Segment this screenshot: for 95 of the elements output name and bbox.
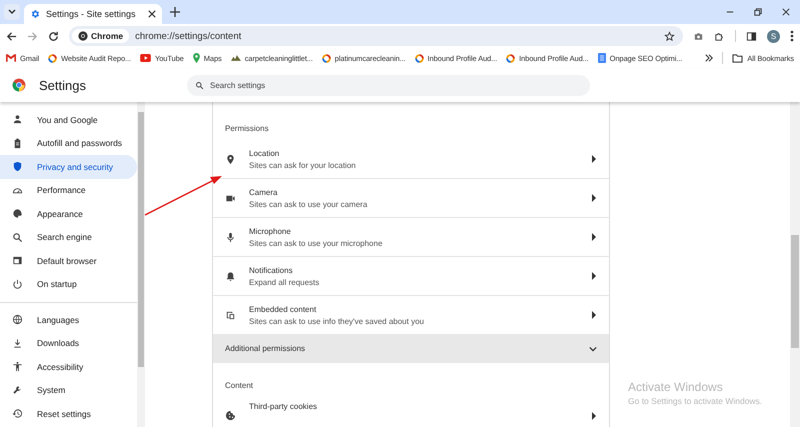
search-icon xyxy=(12,232,23,243)
ring-icon xyxy=(414,54,424,62)
person-icon xyxy=(12,114,23,126)
star-icon[interactable] xyxy=(664,30,675,42)
expander-label: Additional permissions xyxy=(225,344,306,353)
triangle-right-icon xyxy=(591,272,597,280)
tab-search-button[interactable] xyxy=(4,4,20,20)
sidebar-item[interactable]: Default browser xyxy=(0,249,137,272)
scrollbar-thumb[interactable] xyxy=(791,235,799,348)
sidebar-item[interactable]: Reset settings xyxy=(0,402,137,426)
ring-icon xyxy=(506,54,516,62)
section-heading: Permissions xyxy=(224,124,270,135)
accessibility-icon xyxy=(12,361,23,372)
sidebar-item[interactable]: Autofill and passwords xyxy=(0,132,137,155)
chevron-down-icon xyxy=(589,346,597,352)
activation-notice-title: Activate Windows xyxy=(628,380,724,394)
permission-title: Camera xyxy=(249,188,278,196)
microphone-icon xyxy=(225,232,236,242)
wrench-icon xyxy=(12,384,23,396)
sidebar-item[interactable]: Accessibility xyxy=(0,355,137,378)
triangle-right-icon xyxy=(591,311,597,319)
site-icon xyxy=(230,54,241,62)
permission-row[interactable]: Camera Sites can ask to use your camera xyxy=(213,179,609,218)
permission-row[interactable]: Notifications Expand all requests xyxy=(213,257,609,296)
profile-avatar[interactable]: S xyxy=(767,30,780,42)
permission-description: Sites can ask to use your camera xyxy=(249,200,368,208)
triangle-right-icon xyxy=(591,155,597,163)
permission-description: Sites can ask to use your microphone xyxy=(249,238,384,248)
sidebar-item[interactable]: Downloads xyxy=(0,332,137,355)
tab-title: Settings - Site settings xyxy=(46,9,137,19)
permission-description: Sites can ask for your location xyxy=(249,160,357,170)
location-pin-icon xyxy=(225,154,236,164)
folder-icon xyxy=(732,54,744,62)
triangle-right-icon xyxy=(591,233,597,241)
envelope-icon xyxy=(6,54,16,62)
settings-title: Settings xyxy=(39,78,87,92)
activation-notice-text: Go to Settings to activate Windows. xyxy=(628,396,762,406)
close-icon[interactable] xyxy=(148,10,156,18)
scrollbar-thumb[interactable] xyxy=(138,112,144,367)
chrome-logo-icon xyxy=(12,78,26,92)
sidebar-item[interactable]: Appearance xyxy=(0,202,137,226)
browser-window-icon xyxy=(12,255,23,266)
permission-row[interactable]: Embedded content Sites can ask to use info they've saved about you xyxy=(213,296,609,334)
permission-title: Location xyxy=(249,148,280,158)
permission-description: Sites can ask to use info they've saved about you xyxy=(249,316,425,326)
url-text: chrome://settings/content xyxy=(135,30,242,42)
sidebar-item[interactable]: On startup xyxy=(0,272,137,296)
content-setting-title: Third-party cookies xyxy=(249,402,318,411)
power-icon xyxy=(12,278,23,290)
ring-icon xyxy=(48,54,58,62)
additional-permissions-row[interactable]: Additional permissions xyxy=(213,334,609,363)
section-heading: Content xyxy=(224,381,254,392)
palette-icon xyxy=(12,208,23,220)
new-tab-button[interactable] xyxy=(170,7,180,17)
search-field[interactable]: Search settings xyxy=(187,74,590,96)
permission-row[interactable]: Location Sites can ask for your location xyxy=(213,140,609,179)
globe-icon xyxy=(12,314,23,326)
chevrons-icon[interactable] xyxy=(705,54,714,62)
back-button[interactable] xyxy=(6,30,17,42)
download-icon xyxy=(12,338,23,349)
bell-icon xyxy=(225,270,236,282)
search-icon xyxy=(195,80,204,90)
more-menu-icon[interactable] xyxy=(790,30,794,42)
site-chip-label: Chrome xyxy=(91,31,124,41)
triangle-right-icon xyxy=(591,412,597,420)
gear-icon xyxy=(30,9,40,19)
side-panel-icon[interactable] xyxy=(746,30,757,42)
sidebar-item[interactable]: Privacy and security xyxy=(0,155,137,178)
shield-icon xyxy=(12,161,23,172)
sidebar-item[interactable]: Languages xyxy=(0,308,137,332)
content-setting-row[interactable]: Third-party cookies xyxy=(213,397,609,421)
camera-icon[interactable] xyxy=(693,30,704,42)
ring-icon xyxy=(322,54,331,62)
permission-description: Expand all requests xyxy=(249,278,320,286)
address-bar[interactable]: Chrome chrome://settings/content xyxy=(69,26,683,46)
reload-button[interactable] xyxy=(48,30,59,42)
embedded-content-icon xyxy=(225,310,236,320)
cookie-icon xyxy=(225,410,236,421)
document-icon xyxy=(598,53,606,63)
clipboard-icon xyxy=(12,138,23,149)
play-button-icon xyxy=(140,54,151,62)
chrome-logo-icon xyxy=(78,31,88,41)
map-pin-icon xyxy=(192,53,200,63)
permission-title: Notifications xyxy=(249,266,294,274)
permission-title: Microphone xyxy=(249,226,292,236)
permission-row[interactable]: Microphone Sites can ask to use your microphone xyxy=(213,218,609,257)
puzzle-piece-icon[interactable] xyxy=(714,30,725,42)
sidebar-item[interactable]: You and Google xyxy=(0,108,137,132)
sidebar-item[interactable]: Performance xyxy=(0,178,137,202)
sidebar-item[interactable]: Search engine xyxy=(0,226,137,249)
triangle-right-icon xyxy=(591,194,597,202)
permission-title: Embedded content xyxy=(249,304,318,314)
sidebar-item[interactable]: System xyxy=(0,378,137,402)
history-icon xyxy=(12,408,23,420)
browser-tab[interactable]: Settings - Site settings xyxy=(24,4,162,24)
